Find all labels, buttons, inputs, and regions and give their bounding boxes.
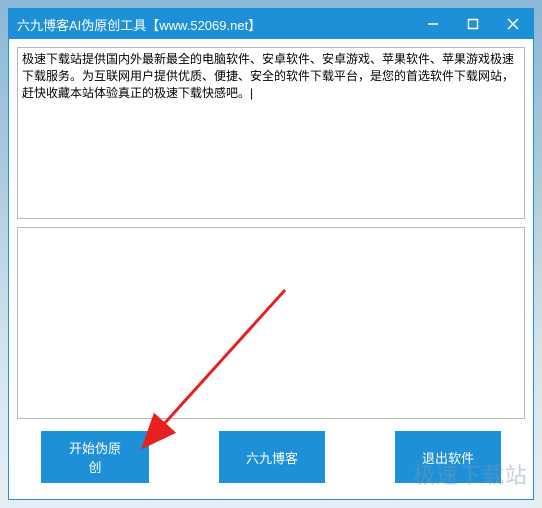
content-area: 开始伪原创 六九博客 退出软件: [9, 39, 533, 499]
titlebar: 六九博客AI伪原创工具【www.52069.net】: [9, 9, 533, 39]
output-textarea[interactable]: [17, 227, 525, 419]
maximize-button[interactable]: [453, 9, 493, 39]
blog-button[interactable]: 六九博客: [219, 431, 325, 483]
window-title: 六九博客AI伪原创工具【www.52069.net】: [17, 15, 413, 34]
close-button[interactable]: [493, 9, 533, 39]
input-textarea[interactable]: [17, 47, 525, 219]
minimize-button[interactable]: [413, 9, 453, 39]
exit-button[interactable]: 退出软件: [395, 431, 501, 483]
button-row: 开始伪原创 六九博客 退出软件: [17, 427, 525, 491]
minimize-icon: [427, 18, 439, 30]
app-window: 六九博客AI伪原创工具【www.52069.net】 开始伪原创 六九博客 退出…: [8, 8, 534, 500]
maximize-icon: [467, 18, 479, 30]
close-icon: [507, 18, 519, 30]
start-button[interactable]: 开始伪原创: [41, 431, 149, 483]
